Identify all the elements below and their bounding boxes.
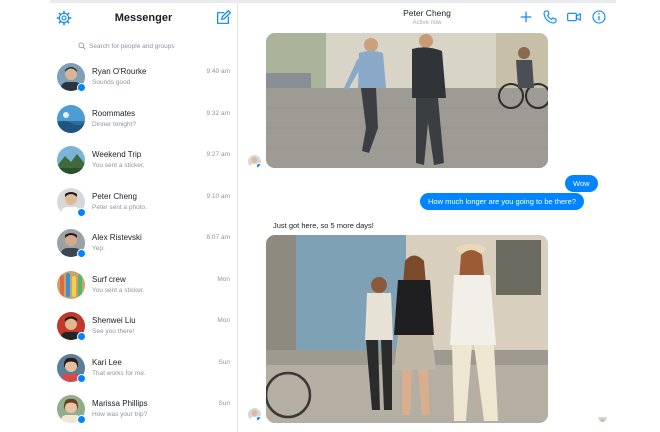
messenger-badge	[77, 332, 86, 341]
messenger-badge	[77, 83, 86, 92]
conversation-name: Marissa Phillips	[92, 399, 148, 408]
conversation-item[interactable]: Shenwei Liu See you there! Mon	[50, 306, 237, 348]
conversation-preview: Peter sent a photo.	[92, 203, 147, 211]
sidebar-header: Messenger	[50, 3, 237, 35]
conversation-preview: Sounds good	[92, 79, 131, 86]
incoming-message[interactable]: Just got here, so 5 more days!	[273, 221, 374, 230]
conversation-preview: See you there!	[92, 328, 135, 335]
conversation-time: 9:10 am	[206, 192, 231, 200]
video-icon[interactable]	[566, 9, 582, 25]
messenger-badge	[77, 415, 86, 424]
avatar	[57, 270, 85, 299]
search-bar[interactable]	[50, 35, 237, 57]
conversation-time: 9:32 am	[206, 109, 231, 117]
conversation-time: 9:40 am	[206, 68, 231, 75]
conversation-time: 8:07 am	[206, 234, 231, 241]
conversation-preview: Dinner tonight?	[92, 120, 137, 128]
conversation-item[interactable]: Marissa Phillips How was your trip? Sun	[50, 389, 237, 431]
conversation-time: Sun	[218, 400, 230, 407]
conversation-sidebar: Messenger Ryan O'Rourke Sounds good 9:40…	[50, 3, 238, 432]
read-receipt-avatar	[598, 413, 607, 422]
conversation-preview: That works for me.	[92, 369, 146, 377]
avatar	[57, 146, 85, 174]
conversation-name: Peter Cheng	[92, 191, 137, 201]
chat-header: Peter Cheng Active now	[238, 3, 616, 33]
search-icon	[78, 42, 86, 50]
conversation-item[interactable]: Roommates Dinner tonight? 9:32 am	[50, 99, 237, 141]
outgoing-message[interactable]: How much longer are you going to be ther…	[420, 193, 585, 210]
chat-status: Active now	[412, 20, 442, 26]
conversation-preview: Yep.	[92, 245, 105, 252]
conversation-time: Mon	[217, 317, 230, 324]
conversation-time: Mon	[217, 275, 230, 283]
conversation-name: Surf crew	[92, 274, 126, 284]
plus-icon[interactable]	[518, 9, 534, 25]
messenger-badge	[256, 163, 261, 168]
chat-panel: Peter Cheng Active now Wow How much long…	[238, 3, 616, 432]
avatar	[57, 104, 85, 133]
search-input[interactable]	[89, 42, 209, 50]
conversation-name: Kari Lee	[92, 357, 122, 367]
chat-contact-name[interactable]: Peter Cheng	[238, 8, 616, 18]
conversation-name: Alex Ristevski	[92, 233, 142, 242]
messenger-badge	[77, 373, 86, 383]
messenger-badge	[77, 207, 86, 217]
app-title: Messenger	[114, 12, 173, 24]
sender-avatar	[248, 408, 261, 421]
info-icon[interactable]	[591, 9, 607, 25]
conversation-item[interactable]: Weekend Trip You sent a sticker. 9:27 am	[50, 140, 237, 182]
messenger-badge	[256, 416, 261, 421]
conversation-name: Ryan O'Rourke	[92, 67, 147, 76]
message-photo[interactable]	[266, 235, 548, 423]
messenger-badge	[77, 249, 86, 258]
conversation-item[interactable]: Ryan O'Rourke Sounds good 9:40 am	[50, 57, 237, 99]
conversation-name: Shenwei Liu	[92, 316, 136, 325]
conversation-name: Weekend Trip	[92, 150, 142, 159]
phone-icon[interactable]	[542, 9, 558, 25]
outgoing-message[interactable]: Wow	[565, 175, 598, 192]
sender-avatar	[248, 155, 261, 168]
conversation-preview: You sent a sticker.	[92, 286, 145, 294]
conversation-preview: You sent a sticker.	[92, 162, 145, 169]
conversation-list: Ryan O'Rourke Sounds good 9:40 am Roomma…	[50, 57, 237, 431]
conversation-item[interactable]: Kari Lee That works for me. Sun	[50, 348, 237, 390]
conversation-item[interactable]: Alex Ristevski Yep. 8:07 am	[50, 223, 237, 265]
conversation-name: Roommates	[92, 108, 136, 118]
conversation-item[interactable]: Peter Cheng Peter sent a photo. 9:10 am	[50, 182, 237, 224]
compose-icon[interactable]	[215, 10, 231, 26]
message-photo[interactable]	[266, 33, 548, 168]
conversation-item[interactable]: Surf crew You sent a sticker. Mon	[50, 265, 237, 307]
conversation-preview: How was your trip?	[92, 411, 148, 418]
conversation-time: Sun	[218, 358, 230, 366]
conversation-time: 9:27 am	[206, 151, 231, 158]
